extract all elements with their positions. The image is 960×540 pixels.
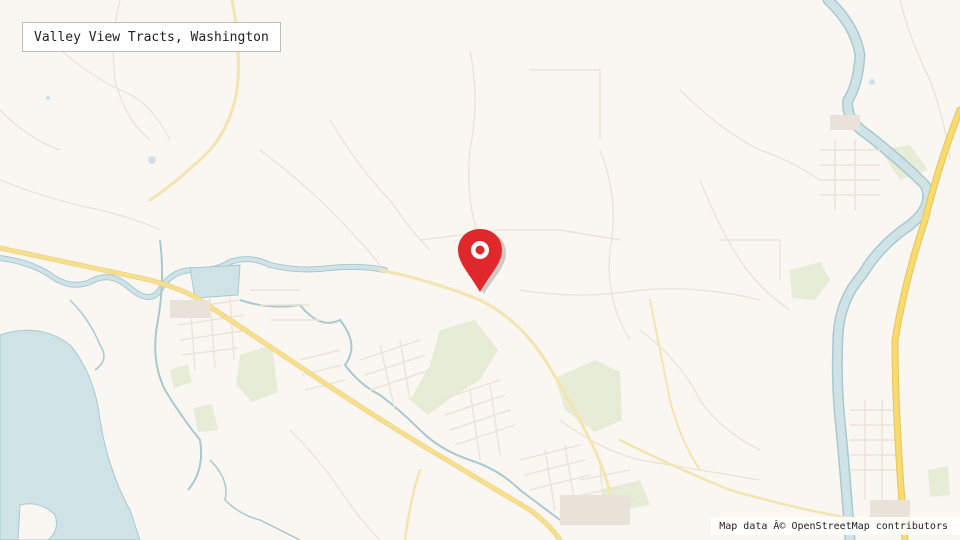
location-title: Valley View Tracts, Washington (22, 22, 281, 52)
location-title-text: Valley View Tracts, Washington (34, 29, 269, 45)
map-attribution[interactable]: Map data Â© OpenStreetMap contributors (711, 517, 960, 535)
map-pin-icon[interactable] (455, 228, 507, 294)
map-pin-center (475, 245, 485, 255)
attribution-text: Map data Â© OpenStreetMap contributors (719, 520, 948, 532)
map-pin-body (458, 229, 502, 292)
